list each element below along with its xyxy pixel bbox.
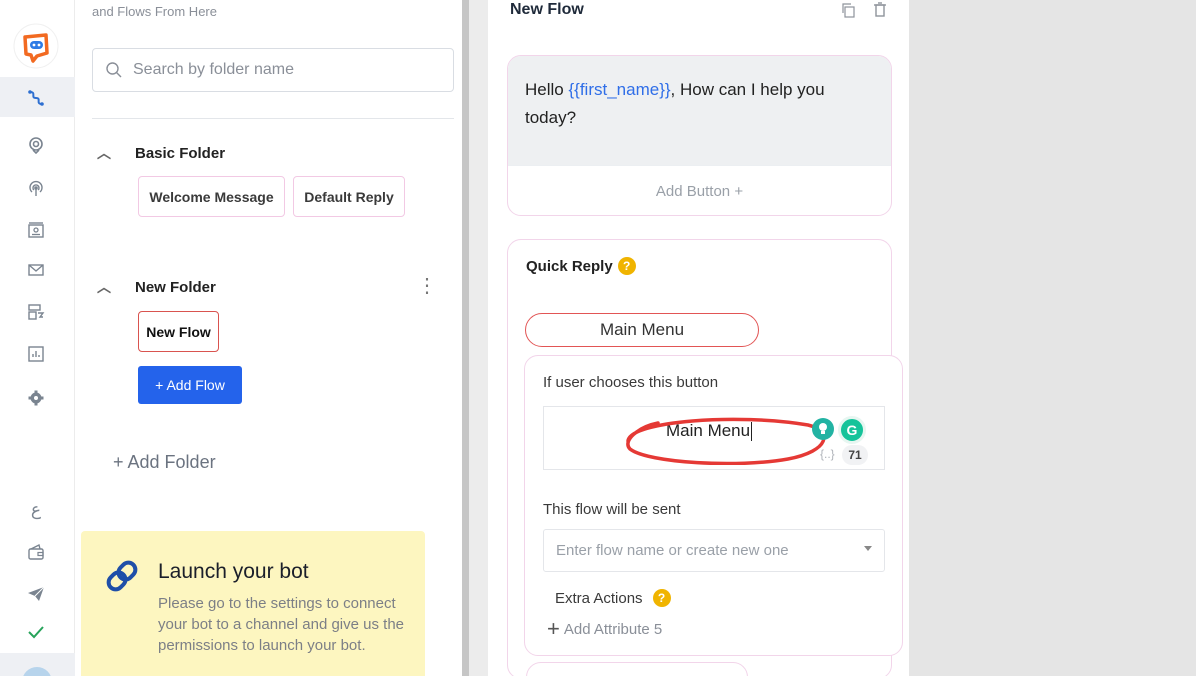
help-icon[interactable]: ? (617, 257, 636, 275)
folder-header-new[interactable]: ︿ New Folder (97, 277, 216, 297)
quick-reply-label: Quick Reply (526, 257, 613, 275)
flow-select-placeholder: Enter flow name or create new one (556, 542, 789, 559)
telegram-icon[interactable] (26, 584, 46, 604)
broadcast-icon[interactable] (26, 178, 46, 198)
message-card: Hello {{first_name}}, How can I help you… (507, 55, 892, 216)
contacts-icon[interactable] (26, 220, 46, 240)
wallet-icon[interactable] (26, 542, 46, 562)
app-root: ع and Flows From Here ︿ Basic Folder Wel… (0, 0, 1196, 676)
divider (92, 118, 454, 119)
panel-hint: and Flows From Here (92, 4, 217, 19)
folder-header-basic[interactable]: ︿ Basic Folder (97, 143, 225, 163)
link-icon (106, 560, 138, 592)
add-attribute-label: Add Attribute 5 (563, 620, 663, 638)
icon-rail: ع (0, 0, 75, 676)
help-icon[interactable]: ? (652, 589, 671, 607)
chevron-down-icon[interactable] (864, 546, 872, 551)
lightbulb-icon[interactable] (812, 418, 834, 440)
message-text[interactable]: Hello {{first_name}}, How can I help you… (508, 56, 891, 165)
folder-name: Basic Folder (135, 144, 226, 162)
check-icon[interactable] (26, 622, 46, 642)
add-flow-button[interactable]: + Add Flow (138, 366, 242, 404)
flows-icon[interactable] (26, 88, 46, 108)
button-title-input[interactable]: Main Menu G {..} 71 (543, 406, 885, 470)
copy-icon[interactable] (840, 2, 856, 22)
variable-first-name: {{first_name}} (568, 80, 671, 99)
plus-icon: + (547, 616, 560, 641)
quick-reply-title: Quick Reply ? (526, 257, 636, 275)
launch-body: Please go to the settings to connect you… (158, 595, 405, 654)
templates-icon[interactable] (26, 302, 46, 322)
flow-title: New Flow (510, 1, 584, 18)
bot-icon[interactable] (26, 135, 46, 155)
mail-icon[interactable] (26, 260, 46, 280)
extra-actions: Extra Actions ? (555, 589, 671, 607)
language-glyph: ع (30, 500, 42, 519)
variables-icon[interactable]: {..} (820, 447, 835, 461)
language-icon[interactable]: ع (26, 500, 46, 520)
search-icon (106, 62, 122, 78)
folders-panel: and Flows From Here ︿ Basic Folder Welco… (75, 0, 462, 676)
folder-name: New Folder (135, 278, 216, 296)
search-input[interactable] (133, 61, 433, 79)
delete-icon[interactable] (872, 2, 888, 22)
flow-chip-default-reply[interactable]: Default Reply (293, 176, 405, 217)
launch-bot-card: Launch your bot Please go to the setting… (81, 531, 425, 676)
add-folder-button[interactable]: + Add Folder (113, 452, 216, 473)
avatar[interactable] (22, 667, 52, 676)
next-quick-reply-button[interactable] (526, 662, 748, 676)
flow-chip-welcome-message[interactable]: Welcome Message (138, 176, 285, 217)
add-attribute-button[interactable]: + Add Attribute 5 (547, 616, 663, 641)
annotation-circle (626, 417, 826, 465)
quick-reply-button-main-menu[interactable]: Main Menu (525, 313, 759, 347)
add-button-button[interactable]: Add Button + (508, 165, 891, 215)
brand-logo[interactable] (13, 23, 59, 69)
character-count: 71 (842, 445, 868, 465)
message-prefix: Hello (525, 80, 569, 99)
panel-resizer[interactable] (462, 0, 469, 676)
launch-title: Launch your bot (158, 560, 309, 583)
button-config-card: If user chooses this button Main Menu G … (524, 355, 903, 656)
chevron-up-icon[interactable]: ︿ (97, 277, 113, 297)
more-options-icon[interactable]: ⋮ (417, 274, 437, 298)
analytics-icon[interactable] (26, 344, 46, 364)
chevron-up-icon[interactable]: ︿ (97, 143, 113, 163)
user-avatar-area[interactable] (0, 653, 75, 676)
flow-select-dropdown[interactable]: Enter flow name or create new one (543, 529, 885, 572)
flow-sent-label: This flow will be sent (543, 501, 681, 518)
settings-icon[interactable] (26, 388, 46, 408)
grammarly-icon[interactable]: G (838, 416, 866, 444)
extra-actions-label: Extra Actions (555, 589, 643, 607)
panel-gap (469, 0, 488, 676)
choose-label: If user chooses this button (543, 374, 719, 391)
flow-chip-new-flow[interactable]: New Flow (138, 311, 219, 352)
folder-search[interactable] (92, 48, 454, 92)
